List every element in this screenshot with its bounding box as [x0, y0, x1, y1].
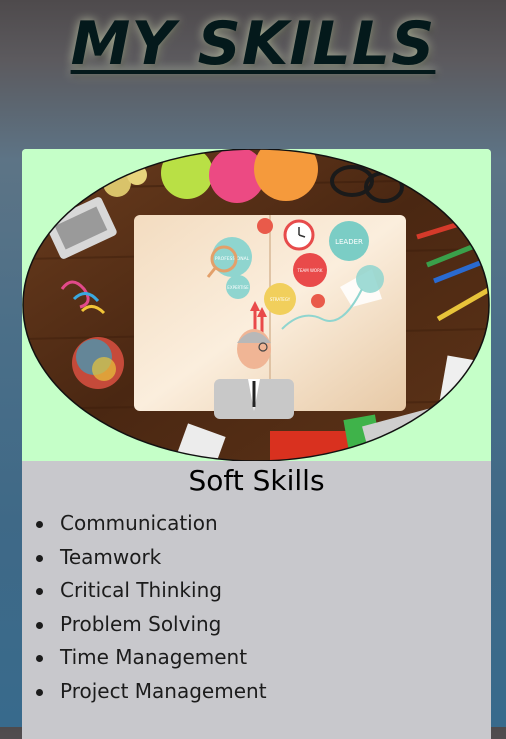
list-item: Critical Thinking	[36, 574, 491, 608]
expertise-label: EXPERTISE	[227, 285, 249, 290]
team-work-label: TEAM WORK	[297, 268, 323, 273]
skill-label: Project Management	[60, 678, 267, 703]
card-image: PROFESSIONAL LEADER TEAM WORK EXPERTISE …	[22, 149, 491, 461]
list-item: Time Management	[36, 641, 491, 675]
bullet-icon	[36, 554, 43, 562]
list-item: Problem Solving	[36, 608, 491, 642]
list-item: Teamwork	[36, 541, 491, 575]
bullet-icon	[36, 655, 43, 663]
leader-label: LEADER	[335, 238, 363, 246]
professional-label: PROFESSIONAL	[215, 256, 250, 262]
skill-card: PROFESSIONAL LEADER TEAM WORK EXPERTISE …	[22, 149, 491, 739]
bullet-icon	[36, 688, 43, 696]
list-item: Project Management	[36, 675, 491, 709]
skill-label: Problem Solving	[60, 611, 222, 636]
skill-label: Time Management	[60, 645, 248, 670]
skill-label: Communication	[60, 511, 218, 535]
skills-list: Communication Teamwork Critical Thinking…	[22, 507, 491, 709]
list-item: Communication	[36, 507, 491, 541]
bullet-icon	[36, 521, 43, 528]
bullet-icon	[36, 588, 43, 596]
page-title: MY SKILLS	[70, 9, 436, 79]
skill-label: Teamwork	[60, 544, 162, 569]
soft-skills-illustration: PROFESSIONAL LEADER TEAM WORK EXPERTISE …	[22, 149, 490, 461]
card-title: Soft Skills	[188, 464, 325, 497]
skill-label: Critical Thinking	[60, 578, 222, 603]
strategy-label: STRATEGY	[270, 297, 291, 302]
bullet-icon	[36, 621, 43, 629]
